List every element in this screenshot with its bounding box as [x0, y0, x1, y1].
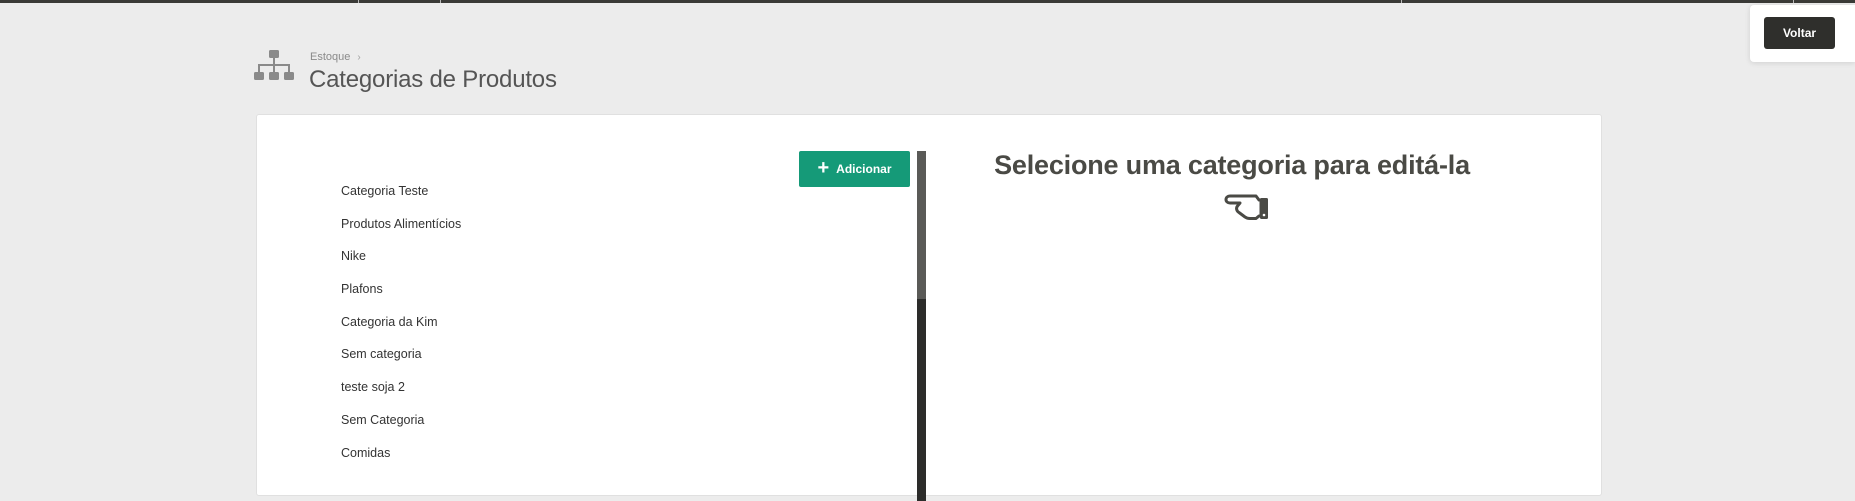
- add-button-label: Adicionar: [836, 162, 892, 176]
- list-scrollbar[interactable]: [917, 151, 926, 501]
- top-bar-divider: [358, 0, 359, 3]
- category-item[interactable]: Produtos Alimentícios: [341, 208, 461, 241]
- category-item[interactable]: Plafons: [341, 273, 461, 306]
- back-panel: Voltar: [1750, 5, 1855, 62]
- category-item[interactable]: Categoria Teste: [341, 175, 461, 208]
- categories-card: + Adicionar Categoria Teste Produtos Ali…: [256, 114, 1602, 501]
- category-item[interactable]: Sem categoria: [341, 338, 461, 371]
- hand-pointing-left-icon: [1224, 194, 1268, 220]
- scrollbar-thumb[interactable]: [917, 151, 926, 299]
- category-item[interactable]: Nike: [341, 240, 461, 273]
- category-item[interactable]: teste soja 2: [341, 371, 461, 404]
- sitemap-icon: [254, 50, 294, 80]
- top-bar: [0, 0, 1855, 3]
- breadcrumb: Estoque ›: [310, 51, 361, 63]
- empty-editor-message: Selecione uma categoria para editá-la: [994, 150, 1470, 180]
- page-title: Categorias de Produtos: [309, 66, 557, 93]
- back-button[interactable]: Voltar: [1764, 17, 1835, 49]
- top-bar-divider: [1793, 0, 1794, 3]
- plus-icon: +: [817, 157, 830, 179]
- category-item[interactable]: Categoria da Kim: [341, 306, 461, 339]
- breadcrumb-link-estoque[interactable]: Estoque: [310, 51, 350, 63]
- top-bar-divider: [1401, 0, 1402, 3]
- category-list: Categoria Teste Produtos Alimentícios Ni…: [341, 175, 461, 469]
- add-category-button[interactable]: + Adicionar: [799, 151, 910, 187]
- category-item[interactable]: Comidas: [341, 437, 461, 470]
- chevron-right-icon: ›: [357, 52, 361, 63]
- category-item[interactable]: Sem Categoria: [341, 404, 461, 437]
- top-bar-divider: [440, 0, 441, 3]
